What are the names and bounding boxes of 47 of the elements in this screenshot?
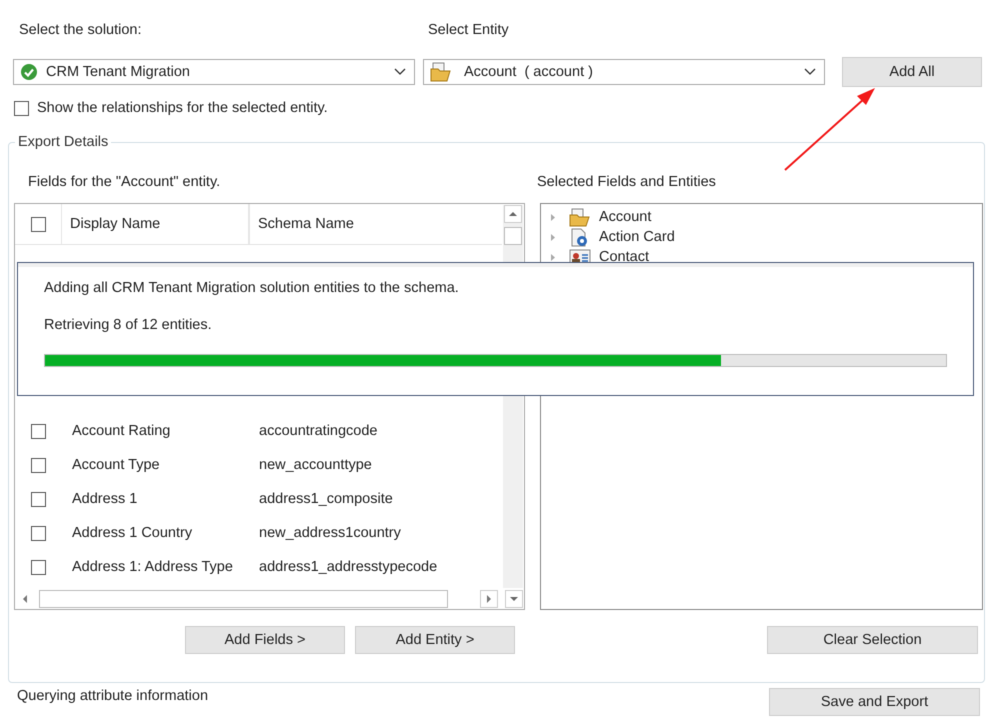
progress-status: Retrieving 8 of 12 entities. — [44, 316, 213, 334]
folder-icon — [430, 62, 452, 82]
table-cell-text: Address 1: Address Type — [71, 559, 234, 575]
table-cell-text: Account Rating — [71, 423, 172, 439]
status-text: Querying attribute information — [17, 688, 208, 704]
row-checkbox[interactable] — [30, 424, 46, 438]
checkbox-label: Show the relationships for the selected entity. — [37, 100, 328, 116]
add-all-button[interactable]: Add All — [842, 57, 982, 87]
table-cell-text: Address 1 Country — [71, 525, 194, 541]
clear-selection-button[interactable]: Clear Selection — [767, 626, 978, 654]
table-cell-text: Address 1 — [71, 491, 138, 507]
checkbox[interactable] — [14, 100, 29, 116]
row-checkbox[interactable] — [30, 560, 46, 574]
table-cell: new_address1country — [259, 525, 401, 541]
fields-label: Fields for the "Account" entity. — [28, 173, 222, 192]
chevron-down-icon — [804, 68, 816, 76]
tree-item[interactable]: Account — [599, 209, 652, 225]
column-header[interactable]: Schema Name — [250, 204, 354, 244]
chevron-down-icon — [394, 68, 406, 76]
solution-dropdown[interactable]: CRM Tenant Migration — [13, 59, 415, 85]
select-all-checkbox[interactable] — [30, 216, 46, 232]
add-button[interactable]: Add Fields > — [185, 626, 345, 654]
entity-label: Select Entity — [428, 22, 509, 40]
row-checkbox[interactable] — [30, 492, 46, 506]
folder-icon — [569, 208, 591, 226]
save-and-export-button[interactable]: Save and Export — [769, 688, 980, 716]
table-cell: new_accounttype — [259, 457, 372, 473]
check-circle-icon — [20, 63, 38, 81]
progress-message: Adding all CRM Tenant Migration solution entities to the schema. — [44, 279, 460, 297]
tree-item[interactable]: Action Card — [599, 229, 675, 245]
tree-item[interactable]: Contact — [599, 249, 649, 265]
selected-label: Selected Fields and Entities — [537, 173, 717, 192]
scroll-down-icon[interactable] — [505, 590, 523, 608]
solution-label: Select the solution: — [19, 22, 143, 40]
group-legend: Export Details — [15, 134, 112, 150]
add-button[interactable]: Add Entity > — [355, 626, 515, 654]
scroll-up-icon[interactable] — [504, 205, 522, 223]
row-checkbox[interactable] — [30, 458, 46, 472]
column-header[interactable]: Display Name — [62, 204, 250, 244]
table-cell: address1_addresstypecode — [259, 559, 438, 575]
scroll-right-icon[interactable] — [480, 590, 498, 608]
table-cell: accountratingcode — [259, 423, 378, 439]
table-cell: address1_composite — [259, 491, 393, 507]
scroll-thumb[interactable] — [504, 227, 522, 245]
row-checkbox[interactable] — [30, 526, 46, 540]
entity-dropdown[interactable]: Account ( account ) — [423, 59, 825, 85]
table-cell-text: Account Type — [71, 457, 161, 473]
